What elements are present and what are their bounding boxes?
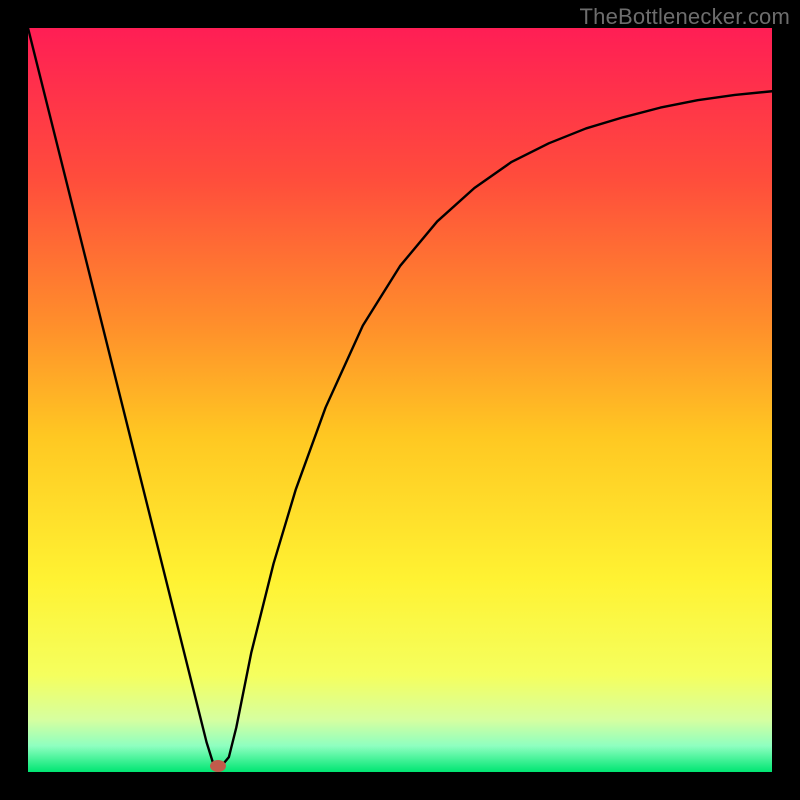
chart-background (28, 28, 772, 772)
marker-dot (210, 760, 226, 772)
bottleneck-chart (28, 28, 772, 772)
chart-frame (28, 28, 772, 772)
watermark: TheBottleneсker.com (580, 4, 790, 30)
